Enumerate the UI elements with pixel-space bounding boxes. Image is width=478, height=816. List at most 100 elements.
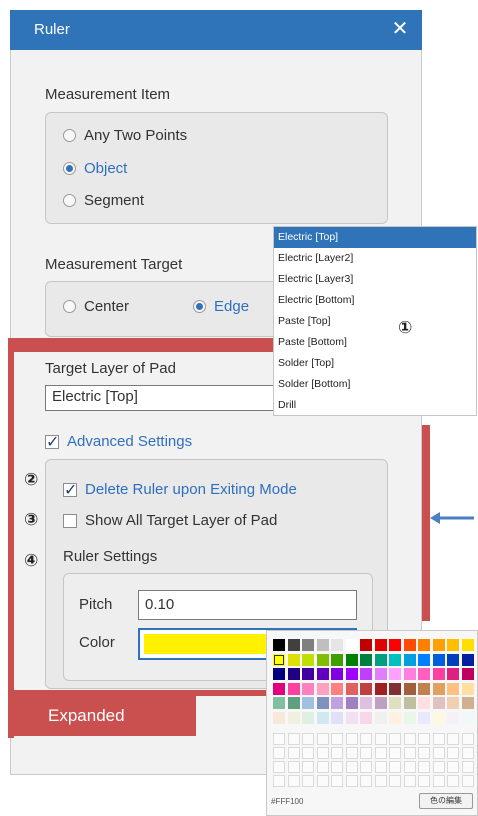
palette-custom-cell[interactable]	[287, 747, 300, 759]
pitch-input[interactable]: 0.10	[138, 590, 357, 620]
palette-swatch[interactable]	[403, 711, 416, 724]
palette-custom-cell[interactable]	[302, 733, 314, 745]
palette-custom-cell[interactable]	[302, 761, 314, 773]
palette-swatch[interactable]	[418, 711, 430, 724]
palette-custom-cell[interactable]	[461, 761, 474, 773]
palette-swatch[interactable]	[316, 639, 329, 651]
palette-swatch[interactable]	[316, 711, 329, 724]
radio-center[interactable]: Center	[63, 298, 129, 315]
palette-swatch[interactable]	[316, 682, 329, 695]
palette-swatch[interactable]	[345, 668, 358, 680]
palette-custom-cell[interactable]	[302, 747, 314, 759]
palette-swatch[interactable]	[447, 682, 459, 695]
radio-segment[interactable]: Segment	[63, 192, 144, 209]
palette-swatch[interactable]	[360, 711, 372, 724]
palette-custom-cell[interactable]	[331, 775, 343, 787]
advanced-settings-checkbox[interactable]: Advanced Settings	[45, 432, 192, 451]
palette-custom-cell[interactable]	[403, 733, 416, 745]
palette-swatch[interactable]	[273, 697, 285, 709]
dropdown-option[interactable]: Electric [Bottom]	[274, 290, 476, 311]
palette-custom-cell[interactable]	[302, 775, 314, 787]
palette-swatch[interactable]	[389, 653, 401, 666]
palette-custom-cell[interactable]	[403, 761, 416, 773]
palette-custom-cell[interactable]	[403, 775, 416, 787]
dropdown-option[interactable]: Electric [Layer2]	[274, 248, 476, 269]
close-icon[interactable]: ✕	[390, 17, 410, 41]
palette-custom-cell[interactable]	[374, 775, 387, 787]
palette-custom-cell[interactable]	[331, 761, 343, 773]
palette-swatch[interactable]	[403, 668, 416, 680]
palette-swatch[interactable]	[374, 697, 387, 709]
palette-custom-cell[interactable]	[316, 733, 329, 745]
palette-swatch[interactable]	[302, 711, 314, 724]
palette-swatch[interactable]	[302, 668, 314, 680]
palette-swatch[interactable]	[302, 653, 314, 666]
palette-custom-cell[interactable]	[374, 733, 387, 745]
palette-swatch[interactable]	[432, 653, 445, 666]
palette-custom-cell[interactable]	[418, 733, 430, 745]
palette-swatch[interactable]	[418, 697, 430, 709]
palette-swatch[interactable]	[461, 682, 474, 695]
palette-swatch[interactable]	[302, 697, 314, 709]
palette-custom-cell[interactable]	[316, 761, 329, 773]
palette-swatch[interactable]	[461, 653, 474, 666]
palette-swatch[interactable]	[374, 639, 387, 651]
palette-swatch[interactable]	[389, 668, 401, 680]
palette-custom-cell[interactable]	[360, 775, 372, 787]
palette-swatch[interactable]	[461, 639, 474, 651]
radio-object[interactable]: Object	[63, 160, 127, 177]
palette-swatch[interactable]	[447, 639, 459, 651]
dropdown-option[interactable]: Paste [Top]	[274, 311, 476, 332]
palette-swatch[interactable]	[389, 682, 401, 695]
palette-swatch[interactable]	[273, 639, 285, 651]
palette-swatch[interactable]	[273, 711, 285, 724]
palette-swatch[interactable]	[331, 653, 343, 666]
palette-custom-cell[interactable]	[403, 747, 416, 759]
palette-swatch[interactable]	[374, 668, 387, 680]
palette-swatch[interactable]	[403, 682, 416, 695]
palette-swatch[interactable]	[447, 711, 459, 724]
palette-swatch[interactable]	[345, 711, 358, 724]
palette-custom-cell[interactable]	[360, 761, 372, 773]
palette-swatch[interactable]	[273, 682, 285, 695]
palette-swatch[interactable]	[389, 711, 401, 724]
dropdown-option[interactable]: Electric [Top]	[274, 227, 476, 248]
palette-custom-cell[interactable]	[316, 747, 329, 759]
palette-swatch[interactable]	[447, 653, 459, 666]
palette-custom-cell[interactable]	[432, 733, 445, 745]
palette-swatch[interactable]	[418, 653, 430, 666]
palette-swatch[interactable]	[331, 639, 343, 651]
dropdown-option[interactable]: Electric [Layer3]	[274, 269, 476, 290]
palette-swatch[interactable]	[374, 682, 387, 695]
palette-swatch[interactable]	[418, 682, 430, 695]
palette-swatch[interactable]	[331, 668, 343, 680]
palette-custom-cell[interactable]	[331, 733, 343, 745]
delete-ruler-checkbox[interactable]: Delete Ruler upon Exiting Mode	[63, 480, 297, 499]
edit-color-button[interactable]: 色の編集	[419, 793, 473, 809]
palette-swatch[interactable]	[360, 668, 372, 680]
palette-custom-cell[interactable]	[345, 775, 358, 787]
target-layer-select[interactable]: Electric [Top]	[45, 385, 275, 411]
palette-custom-cell[interactable]	[287, 775, 300, 787]
palette-swatch[interactable]	[287, 653, 300, 666]
palette-swatch[interactable]	[287, 682, 300, 695]
palette-swatch[interactable]	[432, 682, 445, 695]
palette-custom-cell[interactable]	[360, 747, 372, 759]
palette-swatch[interactable]	[461, 697, 474, 709]
palette-swatch[interactable]	[273, 653, 285, 666]
palette-swatch[interactable]	[287, 668, 300, 680]
palette-custom-cell[interactable]	[273, 747, 285, 759]
palette-swatch[interactable]	[403, 653, 416, 666]
palette-swatch[interactable]	[345, 697, 358, 709]
palette-swatch[interactable]	[345, 639, 358, 651]
palette-custom-cell[interactable]	[360, 733, 372, 745]
dropdown-option[interactable]: Solder [Bottom]	[274, 374, 476, 395]
palette-swatch[interactable]	[345, 682, 358, 695]
palette-swatch[interactable]	[447, 668, 459, 680]
palette-custom-cell[interactable]	[447, 761, 459, 773]
radio-any-two-points[interactable]: Any Two Points	[63, 127, 187, 144]
palette-custom-cell[interactable]	[447, 747, 459, 759]
palette-swatch[interactable]	[273, 668, 285, 680]
palette-custom-cell[interactable]	[447, 733, 459, 745]
palette-swatch[interactable]	[432, 697, 445, 709]
